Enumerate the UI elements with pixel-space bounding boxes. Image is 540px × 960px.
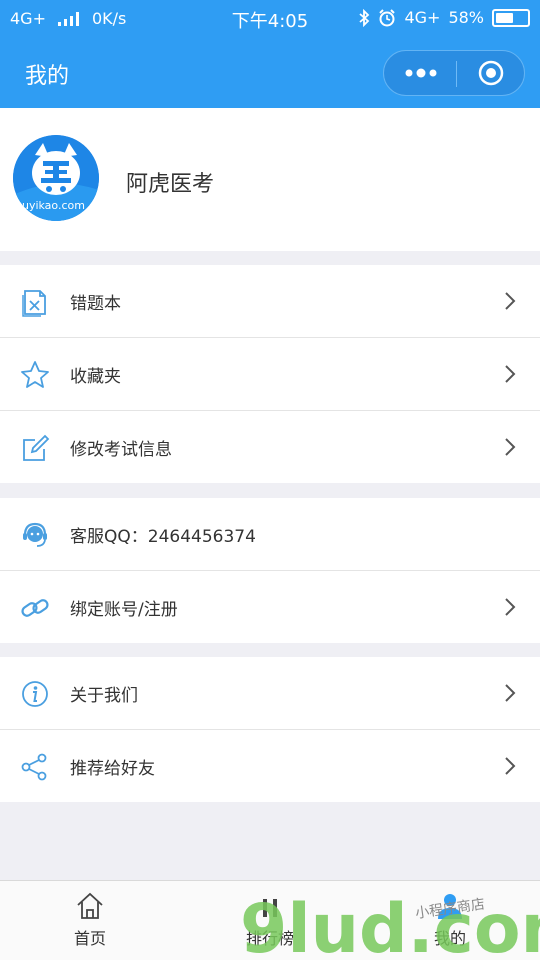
menu-label-edit-exam-info: 修改考试信息 [70, 440, 172, 460]
home-icon [77, 892, 103, 919]
info-icon [22, 681, 48, 707]
menu-item-favorites[interactable]: 收藏夹 [0, 338, 540, 411]
menu-label-favorites: 收藏夹 [70, 367, 121, 387]
menu-item-recommend-friends[interactable]: 推荐给好友 [0, 730, 540, 802]
page-title: 我的 [25, 64, 70, 89]
menu-label-recommend-friends: 推荐给好友 [70, 759, 155, 779]
battery-level [496, 12, 513, 23]
chevron-right-icon [505, 757, 516, 775]
network-type-right: 4G+ [404, 8, 441, 27]
star-icon [21, 361, 49, 388]
avatar-text: huyikao.com [15, 199, 85, 212]
chevron-right-icon [505, 292, 516, 310]
alarm-icon [379, 8, 396, 26]
menu-item-edit-exam-info[interactable]: 修改考试信息 [0, 411, 540, 483]
mini-program-capsule [383, 50, 525, 96]
battery-percent: 58% [448, 8, 484, 27]
menu-label-wrong-questions: 错题本 [70, 294, 121, 314]
menu-item-about-us[interactable]: 关于我们 [0, 657, 540, 730]
tab-label-ranking: 排行榜 [245, 929, 294, 948]
edit-icon [23, 434, 50, 461]
avatar: huyikao.com [13, 135, 99, 221]
menu-item-bind-account[interactable]: 绑定账号/注册 [0, 571, 540, 643]
tab-label-profile: 我的 [433, 929, 466, 948]
menu-group-about: 关于我们 推荐给好友 [0, 657, 540, 802]
chevron-right-icon [505, 684, 516, 702]
tab-home[interactable]: 首页 [30, 891, 150, 949]
username: 阿虎医考 [126, 172, 215, 197]
menu-label-customer-service: 客服QQ：2464456374 [70, 527, 256, 547]
status-bar: 4G+ 0K/s 下午4:05 4G+ 58% [0, 0, 540, 36]
bluetooth-icon [359, 8, 370, 27]
chevron-right-icon [505, 365, 516, 383]
share-icon [21, 753, 47, 781]
profile-icon [438, 894, 462, 919]
chevron-right-icon [505, 598, 516, 616]
battery-icon [492, 8, 530, 27]
link-icon [21, 599, 49, 617]
profile-card[interactable]: huyikao.com 阿虎医考 [0, 108, 540, 251]
menu-label-bind-account: 绑定账号/注册 [70, 600, 178, 620]
tab-ranking[interactable]: 排行榜 [210, 891, 330, 949]
tab-label-home: 首页 [73, 929, 106, 948]
ranking-icon [263, 899, 277, 917]
tab-profile[interactable]: 我的 [390, 891, 510, 949]
close-miniprogram-icon[interactable] [478, 60, 504, 86]
menu-label-about-us: 关于我们 [70, 686, 138, 706]
wrong-questions-icon [22, 290, 46, 317]
customer-service-icon [23, 522, 47, 547]
menu-item-wrong-questions[interactable]: 错题本 [0, 265, 540, 338]
menu-item-customer-service[interactable]: 客服QQ：2464456374 [0, 498, 540, 571]
menu-group-study: 错题本 收藏夹 修改考试信息 [0, 265, 540, 483]
more-icon[interactable] [404, 61, 438, 85]
huyikao-logo: huyikao.com [13, 135, 99, 221]
tab-bar: 首页 排行榜 我的 [0, 880, 540, 960]
capsule-divider [456, 61, 457, 87]
menu-group-account: 客服QQ：2464456374 绑定账号/注册 [0, 498, 540, 643]
nav-bar: 我的 [0, 36, 540, 108]
chevron-right-icon [505, 438, 516, 456]
